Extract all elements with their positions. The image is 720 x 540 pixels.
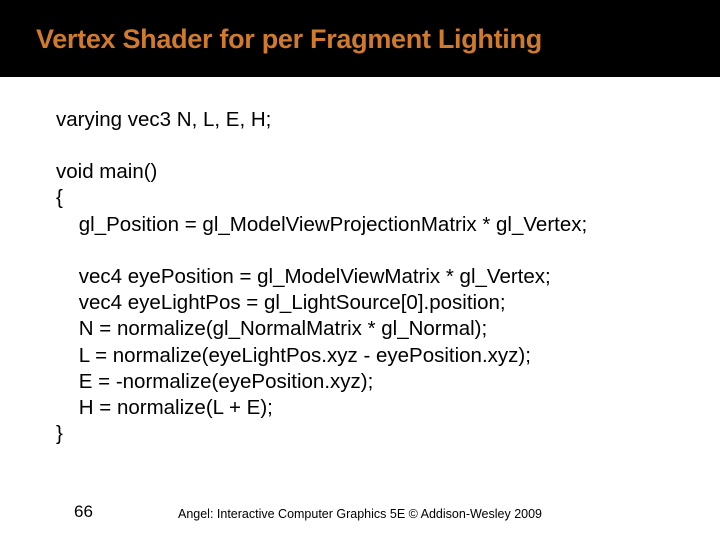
code-line: L = normalize(eyeLightPos.xyz - eyePosit… [56,343,692,369]
code-line: H = normalize(L + E); [56,395,692,421]
code-line: } [56,421,692,447]
slide: Vertex Shader for per Fragment Lighting … [0,0,720,540]
code-line: gl_Position = gl_ModelViewProjectionMatr… [56,212,692,238]
blank-line [56,133,692,159]
code-line: vec4 eyePosition = gl_ModelViewMatrix * … [56,264,692,290]
slide-title: Vertex Shader for per Fragment Lighting [36,24,710,55]
footer-text: Angel: Interactive Computer Graphics 5E … [0,507,720,521]
code-line: { [56,185,692,211]
code-line: void main() [56,159,692,185]
code-block: varying vec3 N, L, E, H; void main() { g… [0,77,720,448]
blank-line [56,238,692,264]
code-line: vec4 eyeLightPos = gl_LightSource[0].pos… [56,290,692,316]
code-line: E = -normalize(eyePosition.xyz); [56,369,692,395]
code-line: N = normalize(gl_NormalMatrix * gl_Norma… [56,316,692,342]
title-bar: Vertex Shader for per Fragment Lighting [0,0,720,77]
code-line: varying vec3 N, L, E, H; [56,107,692,133]
